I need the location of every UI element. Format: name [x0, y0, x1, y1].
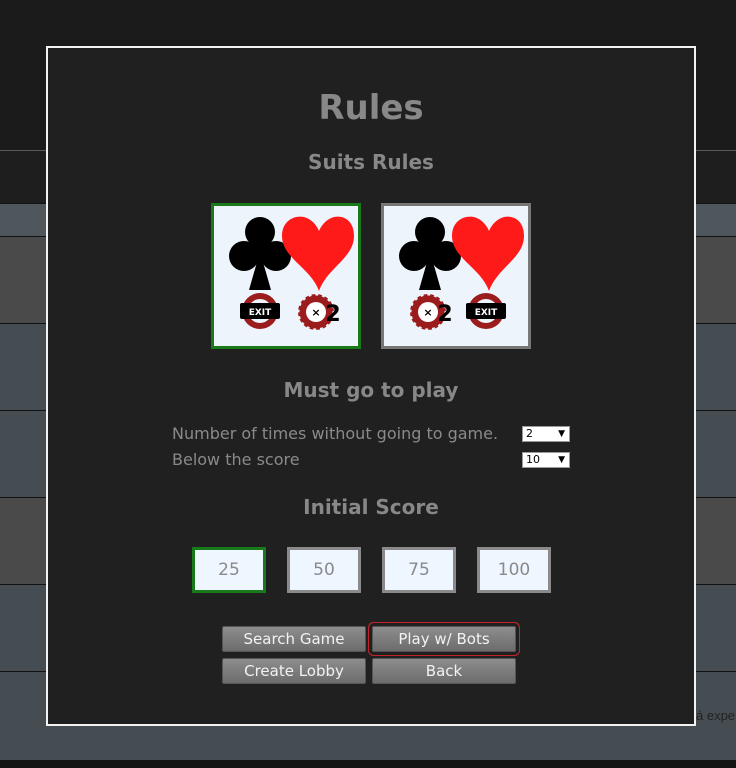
score-option-25[interactable]: 25	[192, 547, 266, 593]
score-option-50[interactable]: 50	[287, 547, 361, 593]
play-with-bots-button[interactable]: Play w/ Bots	[372, 626, 516, 652]
exit-icon-label: EXIT	[249, 308, 272, 318]
exit-icon: EXIT	[240, 293, 280, 329]
suit-option-illustration: × 2 EXIT	[399, 216, 524, 332]
svg-text:×: ×	[311, 306, 320, 319]
back-button[interactable]: Back	[372, 658, 516, 684]
score-option-100[interactable]: 100	[477, 547, 551, 593]
rules-modal: Rules Suits Rules EXIT × 2 × 2 EXIT Must…	[46, 46, 696, 726]
suit-option-exit-first[interactable]: EXIT × 2	[211, 203, 361, 349]
initial-score-heading: Initial Score	[303, 495, 439, 519]
multiplier-label: 2	[325, 302, 340, 327]
exit-icon-label: EXIT	[475, 308, 498, 318]
dropdown-arrow-icon: ▼	[558, 429, 565, 439]
double-chip-icon: × 2	[296, 292, 341, 332]
must-go-heading: Must go to play	[283, 378, 459, 402]
below-score-value: 10	[526, 453, 540, 466]
times-without-going-select[interactable]: 2 ▼	[522, 426, 570, 442]
heart-icon	[452, 216, 524, 291]
svg-text:×: ×	[423, 306, 432, 319]
dropdown-arrow-icon: ▼	[558, 455, 565, 465]
exit-icon: EXIT	[466, 293, 506, 329]
times-without-going-label: Number of times without going to game.	[172, 424, 499, 443]
modal-title: Rules	[318, 88, 424, 128]
club-icon	[229, 217, 291, 290]
below-score-select[interactable]: 10 ▼	[522, 452, 570, 468]
suit-option-double-first[interactable]: × 2 EXIT	[381, 203, 531, 349]
club-icon	[399, 217, 461, 290]
search-game-button[interactable]: Search Game	[222, 626, 366, 652]
create-lobby-button[interactable]: Create Lobby	[222, 658, 366, 684]
background-truncated-text: á expe	[696, 708, 736, 723]
score-option-75[interactable]: 75	[382, 547, 456, 593]
background-footer	[0, 760, 736, 768]
times-without-going-value: 2	[526, 427, 533, 440]
below-score-label: Below the score	[172, 450, 300, 469]
heart-icon	[282, 216, 354, 291]
multiplier-label: 2	[437, 302, 452, 327]
double-chip-icon: × 2	[408, 292, 453, 332]
suits-rules-heading: Suits Rules	[308, 150, 434, 174]
suit-option-illustration: EXIT × 2	[229, 216, 354, 332]
